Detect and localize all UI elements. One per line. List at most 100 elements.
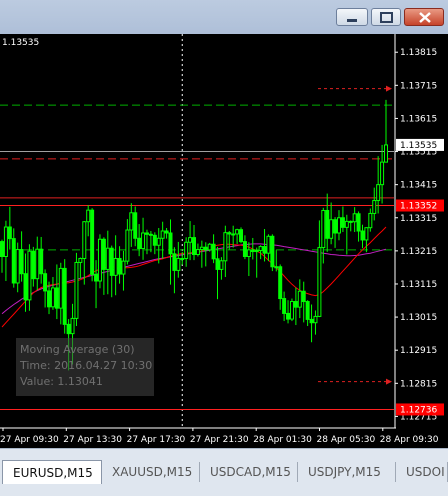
candle-body [333,219,338,234]
candle-body [278,266,283,300]
candle-body [317,247,322,317]
candle-body [11,238,16,284]
candle-body [58,267,63,309]
symbol-tab-bar: EURUSD,M15 XAUUSD,M15 USDCAD,M15 USDJPY,… [0,448,448,496]
candle-body [117,257,122,275]
candle-body [94,273,99,282]
candle-body [289,301,294,320]
red-price-label-1: 1.13352 [400,202,437,212]
candle-body [125,229,130,262]
candle-body [144,232,149,235]
close-icon [419,12,431,23]
candle-body [35,248,40,280]
candle-body [121,260,126,275]
candle-body [274,266,279,269]
maximize-icon [380,12,393,23]
candle-body [148,233,153,236]
candle-body [348,220,353,223]
candle-body [266,235,271,254]
tab-usdcad-m15[interactable]: USDCAD,M15 [200,462,298,482]
candle-body [105,247,110,270]
time-tick-label: 28 Apr 09:30 [380,435,439,445]
time-tick-label: 28 Apr 01:30 [253,435,312,445]
price-tick-label: 1.12915 [400,346,437,356]
candle-body [372,200,377,214]
candle-body [380,161,385,186]
maximize-button[interactable] [371,8,401,26]
red-price-label-2: 1.12736 [400,405,437,415]
candle-body [239,229,244,243]
candle-body [368,212,373,229]
candle-body [360,230,365,241]
current-price-label: 1.13535 [400,141,437,151]
candle-body [137,237,142,250]
candle-body [250,249,255,253]
candle-body [340,217,345,228]
candle-body [70,317,75,335]
candle-body [156,237,161,246]
candle-body [321,209,326,249]
candle-body [0,241,4,257]
price-tick-label: 1.13215 [400,247,437,257]
candle-body [3,226,8,257]
price-chart[interactable]: 1.13815 1.13715 1.13615 1.13515 1.13415 1.133… [0,34,448,448]
candle-body [227,232,232,235]
candle-body [282,298,287,314]
price-tick-label: 1.13115 [400,280,437,290]
candle-body [356,213,361,232]
candle-body [258,246,263,252]
price-tick-label: 1.13715 [400,81,437,91]
candle-body [109,247,114,276]
candle-body [23,273,28,301]
time-tick-label: 27 Apr 09:30 [0,435,59,445]
tooltip-line-name: Moving Average (30) [20,343,135,356]
time-tick-label: 28 Apr 05:30 [317,435,376,445]
candle-body [192,237,196,256]
candle-body [184,241,189,259]
candle-body [90,209,95,275]
candle-body [203,246,208,251]
candle-body [180,257,185,260]
candle-body [160,230,165,239]
candle-body [141,232,146,250]
candle-body [27,250,32,301]
candle-body [31,250,36,280]
tab-usdoi[interactable]: USDOI [396,462,448,482]
close-button[interactable] [404,8,444,26]
candle-body [215,258,220,270]
minimize-button[interactable] [336,8,368,26]
candle-body [270,235,275,268]
candle-body [188,237,193,243]
price-tick-label: 1.12815 [400,379,437,389]
candle-body [133,212,138,239]
candle-body [254,250,259,253]
candle-body [223,232,228,262]
price-tick-label: 1.13615 [400,114,437,124]
candle-body [352,213,357,223]
tab-eurusd-m15[interactable]: EURUSD,M15 [2,460,102,484]
time-tick-label: 27 Apr 13:30 [63,435,122,445]
tab-xauusd-m15[interactable]: XAUUSD,M15 [102,462,200,482]
candle-body [195,249,200,256]
candle-body [207,243,212,251]
candle-body [50,287,55,308]
candle-body [313,315,318,324]
candle-body [336,217,341,234]
candle-body [66,323,71,335]
candle-body [172,253,177,271]
tab-usdjpy-m15[interactable]: USDJPY,M15 [298,462,396,482]
price-tick-label: 1.13815 [400,48,437,58]
candle-body [301,290,306,303]
tooltip-line-value: Value: 1.13041 [20,375,103,388]
candle-body [293,301,298,308]
candle-body [7,226,12,240]
price-tick-label: 1.13415 [400,181,437,191]
candle-body [235,229,240,235]
candle-body [164,230,169,234]
minimize-icon [347,19,357,22]
time-tick-label: 27 Apr 21:30 [190,435,249,445]
candle-body [101,238,106,270]
candle-body [152,234,157,246]
candle-body [54,287,59,309]
candle-body [113,257,118,276]
